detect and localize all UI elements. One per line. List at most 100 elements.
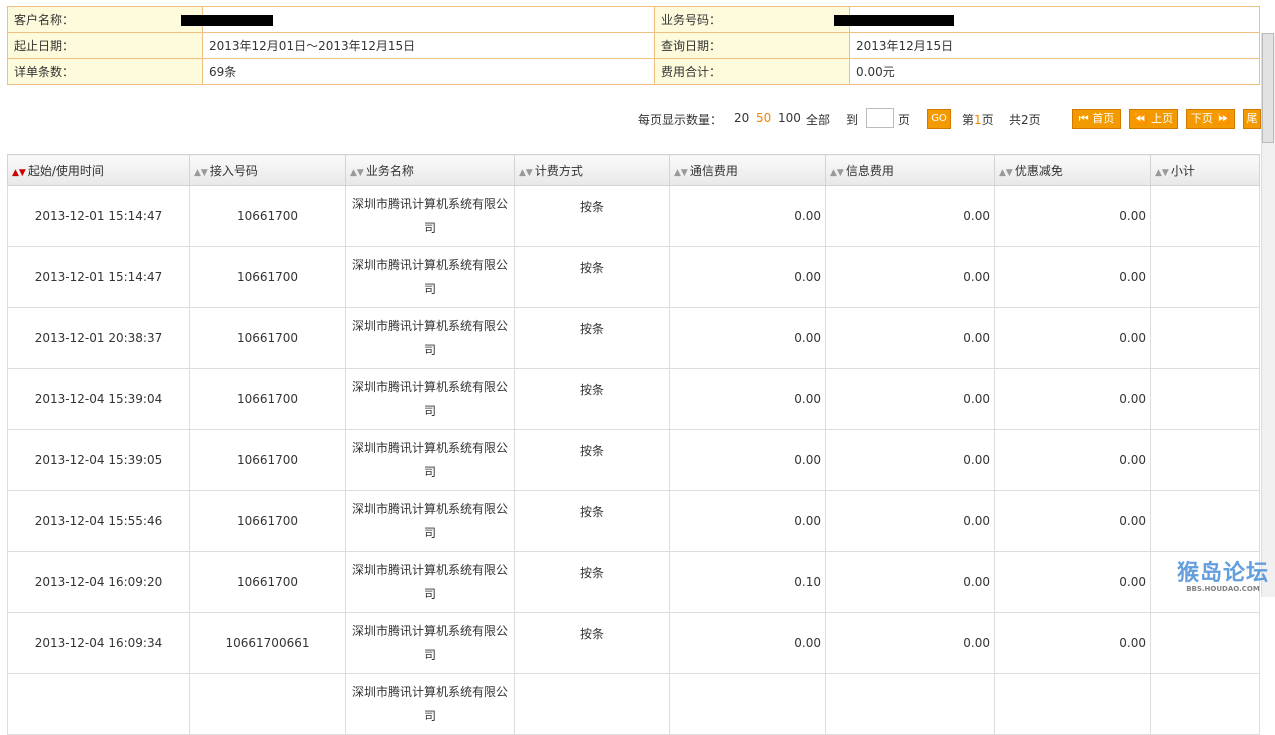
col-header-info-fee-label: 信息费用: [845, 163, 894, 178]
forum-watermark: 猴岛论坛 BBS.HOUDAO.COM: [1177, 555, 1269, 593]
sort-icon: ▲▼: [999, 167, 1013, 178]
cell-comm-fee: 0.00: [669, 490, 826, 552]
sort-icon: ▲▼: [674, 167, 688, 178]
per-page-20-link[interactable]: 20: [734, 111, 749, 125]
col-header-info-fee[interactable]: ▲▼ 信息费用: [825, 154, 995, 186]
table-row[interactable]: 2013-12-01 15:14:47 10661700 深圳市腾讯计算机系统有限公…: [7, 246, 1260, 308]
total-pages-indicator: 共2页: [1009, 111, 1041, 128]
cell-subtotal: [1150, 612, 1260, 674]
cell-info-fee: 0.00: [825, 307, 995, 369]
cell-service: 深圳市腾讯计算机系统有限公司: [345, 612, 515, 674]
go-button[interactable]: GO: [927, 109, 951, 129]
fee-total-value: 0.00元: [849, 58, 1260, 85]
current-page-suffix: 页: [981, 113, 994, 127]
table-row[interactable]: 2013-12-04 15:55:46 10661700 深圳市腾讯计算机系统有限公…: [7, 490, 1260, 552]
cell-info-fee: 0.00: [825, 368, 995, 430]
goto-label: 到: [846, 113, 859, 127]
table-row[interactable]: 2013-12-01 15:14:47 10661700 深圳市腾讯计算机系统有限公…: [7, 185, 1260, 247]
watermark-text: 猴岛论坛: [1176, 561, 1269, 586]
table-row[interactable]: 2013-12-04 16:09:34 10661700661 深圳市腾讯计算机系统…: [7, 612, 1260, 674]
query-date-label: 查询日期：: [654, 32, 850, 59]
cell-billing: 按条: [514, 429, 670, 491]
record-count-value: 69条: [202, 58, 655, 85]
table-row[interactable]: 2013-12-04 15:39:04 10661700 深圳市腾讯计算机系统有限公…: [7, 368, 1260, 430]
cell-discount: 0.00: [994, 551, 1151, 613]
cell-billing: 按条: [514, 307, 670, 369]
cell-number: 10661700: [189, 490, 346, 552]
cell-number: 10661700: [189, 246, 346, 308]
cell-time: 2013-12-04 15:39:04: [7, 368, 190, 430]
col-header-service[interactable]: ▲▼ 业务名称: [345, 154, 515, 186]
record-count-label: 详单条数：: [7, 58, 203, 85]
prev-page-button[interactable]: ⏪ 上页: [1129, 109, 1178, 129]
cell-number: 10661700: [189, 551, 346, 613]
col-header-billing[interactable]: ▲▼ 计费方式: [514, 154, 670, 186]
pagination-bar: 每页显示数量： 20 50 100 全部 到 页 GO 第1页 共2页 ⏮ 首页…: [0, 108, 1275, 130]
cell-info-fee: 0.00: [825, 551, 995, 613]
cell-comm-fee: 0.00: [669, 612, 826, 674]
cell-service: 深圳市腾讯计算机系统有限公司: [345, 490, 515, 552]
cell-info-fee: 0.00: [825, 490, 995, 552]
cell-comm-fee: 0.00: [669, 185, 826, 247]
last-page-button[interactable]: 尾: [1243, 109, 1261, 129]
cell-time: 2013-12-04 15:55:46: [7, 490, 190, 552]
goto-page-input[interactable]: [866, 108, 894, 128]
col-header-discount-label: 优惠减免: [1014, 163, 1063, 178]
cell-service: 深圳市腾讯计算机系统有限公司: [345, 185, 515, 247]
table-header-row: ▲▼ 起始/使用时间 ▲▼ 接入号码 ▲▼ 业务名称 ▲▼ 计费方式 ▲▼ 通信费用 ▲▼…: [7, 154, 1260, 186]
cell-number: 10661700661: [189, 612, 346, 674]
cell-comm-fee: [669, 673, 826, 735]
cell-billing: 按条: [514, 612, 670, 674]
per-page-100-link[interactable]: 100: [778, 111, 801, 125]
col-header-comm-fee-label: 通信费用: [689, 163, 738, 178]
cell-billing: 按条: [514, 246, 670, 308]
per-page-50-link[interactable]: 50: [756, 111, 771, 125]
cell-service: 深圳市腾讯计算机系统有限公司: [345, 429, 515, 491]
current-page-indicator: 第1页: [962, 111, 994, 128]
table-row[interactable]: 2013-12-04 15:39:05 10661700 深圳市腾讯计算机系统有限公…: [7, 429, 1260, 491]
cell-number: 10661700: [189, 429, 346, 491]
cell-subtotal: [1150, 429, 1260, 491]
period-value: 2013年12月01日～2013年12月15日: [202, 32, 655, 59]
cell-time: [7, 673, 190, 735]
cell-subtotal: [1150, 246, 1260, 308]
cell-info-fee: 0.00: [825, 612, 995, 674]
cell-discount: 0.00: [994, 490, 1151, 552]
cell-subtotal: [1150, 490, 1260, 552]
table-row[interactable]: 深圳市腾讯计算机系统有限公司: [7, 673, 1260, 735]
total-pages-suffix: 页: [1028, 113, 1041, 127]
redacted-customer-name: [181, 14, 273, 26]
current-page-prefix: 第: [962, 113, 975, 127]
cell-billing: 按条: [514, 368, 670, 430]
cell-service: 深圳市腾讯计算机系统有限公司: [345, 551, 515, 613]
cell-billing: [514, 673, 670, 735]
col-header-time[interactable]: ▲▼ 起始/使用时间: [7, 154, 190, 186]
sort-icon: ▲▼: [830, 167, 844, 178]
cell-comm-fee: 0.00: [669, 429, 826, 491]
customer-name-value: [181, 6, 655, 33]
cell-number: [189, 673, 346, 735]
cell-discount: 0.00: [994, 185, 1151, 247]
col-header-subtotal[interactable]: ▲▼ 小计: [1150, 154, 1260, 186]
cell-time: 2013-12-01 20:38:37: [7, 307, 190, 369]
table-row[interactable]: 2013-12-01 20:38:37 10661700 深圳市腾讯计算机系统有限公…: [7, 307, 1260, 369]
cell-discount: 0.00: [994, 368, 1151, 430]
col-header-number[interactable]: ▲▼ 接入号码: [189, 154, 346, 186]
cell-number: 10661700: [189, 307, 346, 369]
cell-discount: [994, 673, 1151, 735]
scrollbar-thumb[interactable]: [1262, 33, 1274, 143]
col-header-service-label: 业务名称: [365, 163, 414, 178]
cell-time: 2013-12-04 16:09:20: [7, 551, 190, 613]
cell-service: 深圳市腾讯计算机系统有限公司: [345, 246, 515, 308]
col-header-comm-fee[interactable]: ▲▼ 通信费用: [669, 154, 826, 186]
next-page-button[interactable]: 下页 ⏩: [1186, 109, 1235, 129]
table-row[interactable]: 2013-12-04 16:09:20 10661700 深圳市腾讯计算机系统有限公…: [7, 551, 1260, 613]
cell-comm-fee: 0.00: [669, 246, 826, 308]
detail-records-table: ▲▼ 起始/使用时间 ▲▼ 接入号码 ▲▼ 业务名称 ▲▼ 计费方式 ▲▼ 通信费用 ▲▼…: [7, 154, 1260, 735]
cell-subtotal: [1150, 307, 1260, 369]
first-page-button[interactable]: ⏮ 首页: [1072, 109, 1121, 129]
sort-icon: ▲▼: [350, 167, 364, 178]
cell-discount: 0.00: [994, 246, 1151, 308]
col-header-discount[interactable]: ▲▼ 优惠减免: [994, 154, 1151, 186]
per-page-all-link[interactable]: 全部: [806, 111, 830, 128]
